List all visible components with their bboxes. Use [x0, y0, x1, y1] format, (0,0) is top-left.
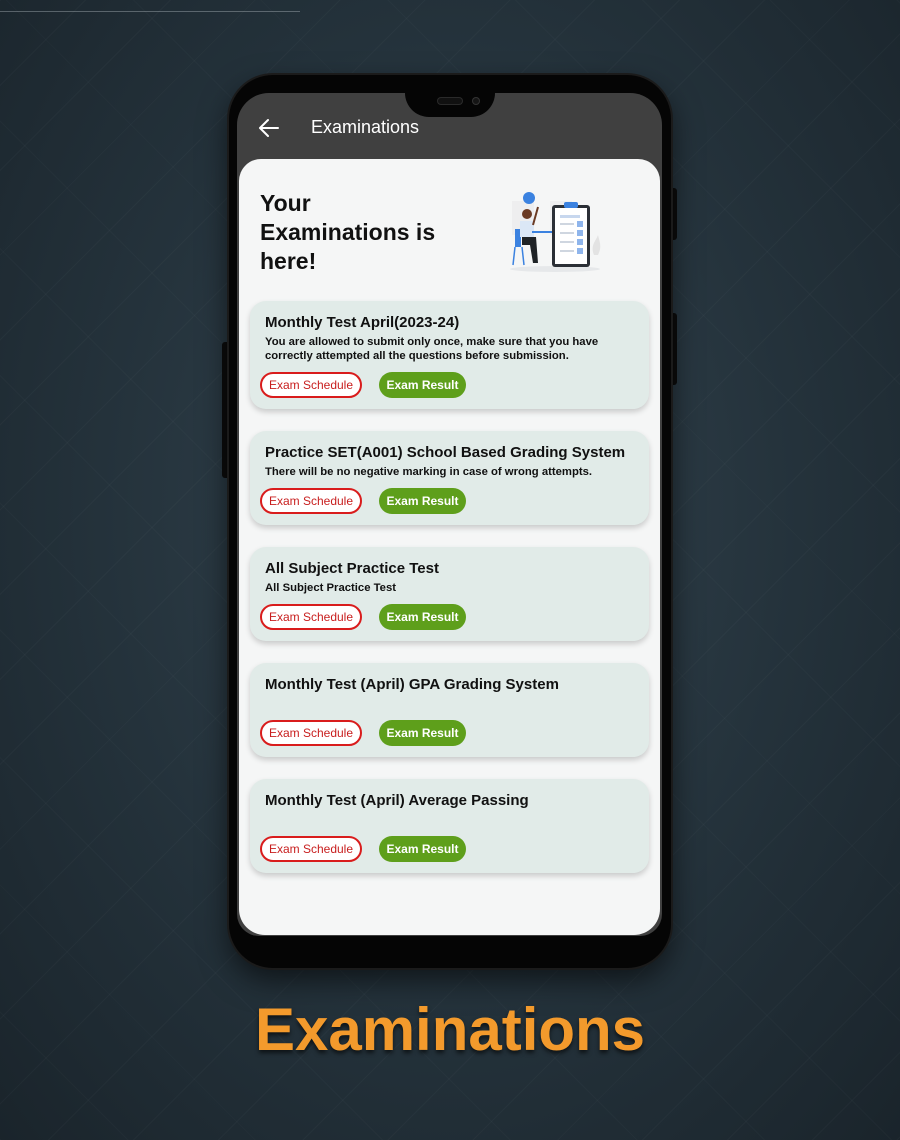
- caption-title: Examinations: [254, 996, 646, 1063]
- exam-description: You are allowed to submit only once, mak…: [265, 336, 599, 362]
- exam-card: Monthly Test April(2023-24) You are allo…: [250, 301, 649, 409]
- exam-schedule-button[interactable]: Exam Schedule: [260, 488, 362, 514]
- page-title: Examinations: [311, 117, 420, 137]
- clipboard-illustration-icon: [500, 185, 605, 273]
- exam-schedule-button[interactable]: Exam Schedule: [260, 836, 362, 862]
- exam-card: Practice SET(A001) School Based Grading …: [250, 431, 649, 525]
- exam-card: All Subject Practice Test All Subject Pr…: [250, 547, 649, 641]
- exam-result-button[interactable]: Exam Result: [379, 836, 466, 862]
- speaker-icon: [437, 97, 463, 105]
- camera-icon: [472, 97, 480, 105]
- exam-schedule-button[interactable]: Exam Schedule: [260, 372, 362, 398]
- exam-schedule-button[interactable]: Exam Schedule: [260, 604, 362, 630]
- arrow-left-icon[interactable]: [258, 118, 280, 138]
- exam-result-button[interactable]: Exam Result: [379, 604, 466, 630]
- exam-title: Monthly Test (April) GPA Grading System: [265, 676, 559, 693]
- exam-description: There will be no negative marking in cas…: [265, 466, 593, 478]
- background-scratch: [0, 11, 300, 12]
- exam-result-button[interactable]: Exam Result: [379, 720, 466, 746]
- exam-title: All Subject Practice Test: [265, 560, 439, 577]
- exam-title: Monthly Test April(2023-24): [265, 314, 460, 331]
- exam-description: All Subject Practice Test: [265, 582, 397, 594]
- exam-title: Practice SET(A001) School Based Grading …: [265, 444, 626, 461]
- exam-title: Monthly Test (April) Average Passing: [265, 792, 529, 809]
- hero-heading: Your Examinations is here!: [260, 190, 436, 274]
- exam-result-button[interactable]: Exam Result: [379, 488, 466, 514]
- exam-card: Monthly Test (April) GPA Grading System …: [250, 663, 649, 757]
- exam-result-button[interactable]: Exam Result: [379, 372, 466, 398]
- exam-schedule-button[interactable]: Exam Schedule: [260, 720, 362, 746]
- exam-card: Monthly Test (April) Average Passing Exa…: [250, 779, 649, 873]
